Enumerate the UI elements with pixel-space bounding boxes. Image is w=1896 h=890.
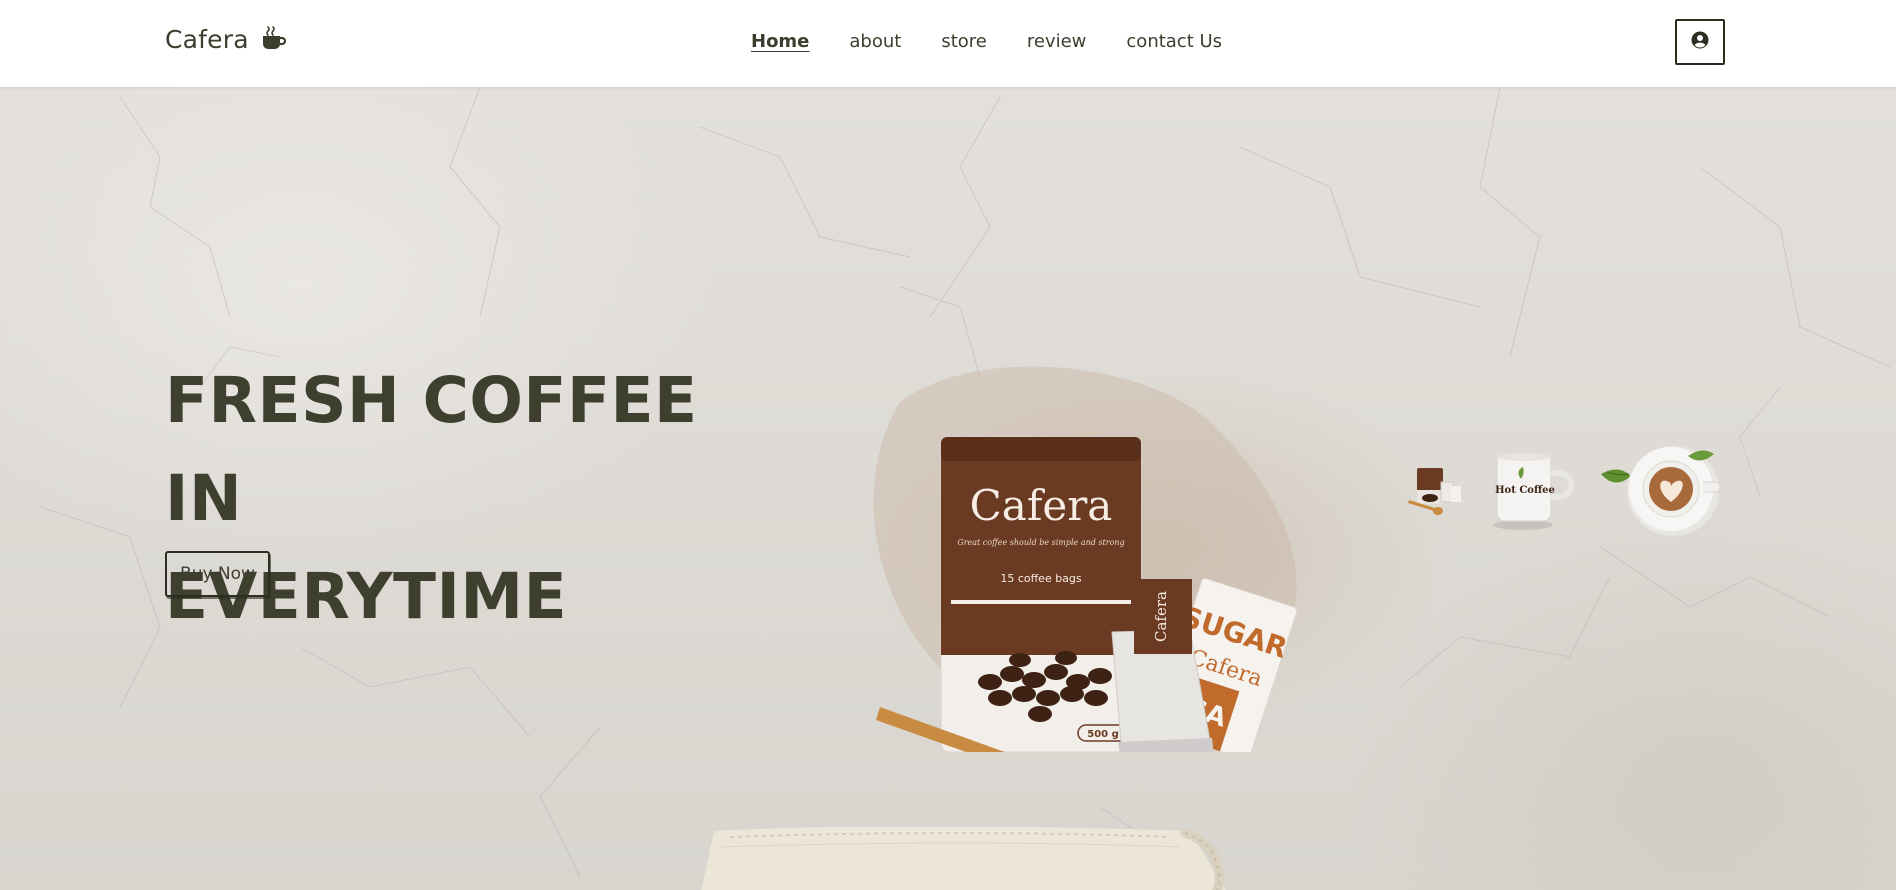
cloth-bag-image <box>701 827 1226 890</box>
product-hero-image: Cafera Great coffee should be simple and… <box>873 366 1298 752</box>
nav-store[interactable]: store <box>941 31 987 52</box>
hero-title: FRESH COFFEE IN EVERYTIME <box>165 352 785 646</box>
user-account-button[interactable] <box>1675 19 1725 65</box>
brand-logo[interactable]: Cafera <box>165 25 287 54</box>
latte-cup-thumbnail[interactable] <box>1593 442 1723 541</box>
nav-about[interactable]: about <box>849 31 901 52</box>
hero-section: FRESH COFFEE IN EVERYTIME Buy Now Cafera… <box>0 87 1896 890</box>
pouch-count-text: 15 coffee bags <box>1000 572 1082 585</box>
teabag-label-text: Cafera <box>1152 591 1170 642</box>
buy-now-button[interactable]: Buy Now <box>165 551 270 597</box>
nav-home[interactable]: Home <box>751 31 809 52</box>
pouch-weight-text: 500 g <box>1087 729 1119 740</box>
nav-contact-us[interactable]: contact Us <box>1126 31 1222 52</box>
coffee-mug-icon <box>261 25 287 54</box>
site-header: Cafera Home about store review contact U… <box>0 0 1896 87</box>
brand-name: Cafera <box>165 25 249 54</box>
main-nav: Home about store review contact Us <box>751 31 1262 52</box>
product-thumbnails: Hot Coffee <box>1405 442 1737 541</box>
mug-text: Hot Coffee <box>1495 485 1555 496</box>
coffee-pouch: Cafera Great coffee should be simple and… <box>940 436 1142 752</box>
pouch-brand-text: Cafera <box>970 481 1113 530</box>
nav-review[interactable]: review <box>1027 31 1087 52</box>
user-circle-icon <box>1691 31 1709 53</box>
hot-coffee-mug-thumbnail[interactable]: Hot Coffee <box>1479 445 1579 539</box>
pouch-tagline-text: Great coffee should be simple and strong <box>957 538 1124 547</box>
hero-title-line-1: FRESH COFFEE IN <box>165 364 698 535</box>
product-set-thumbnail[interactable] <box>1405 460 1465 524</box>
